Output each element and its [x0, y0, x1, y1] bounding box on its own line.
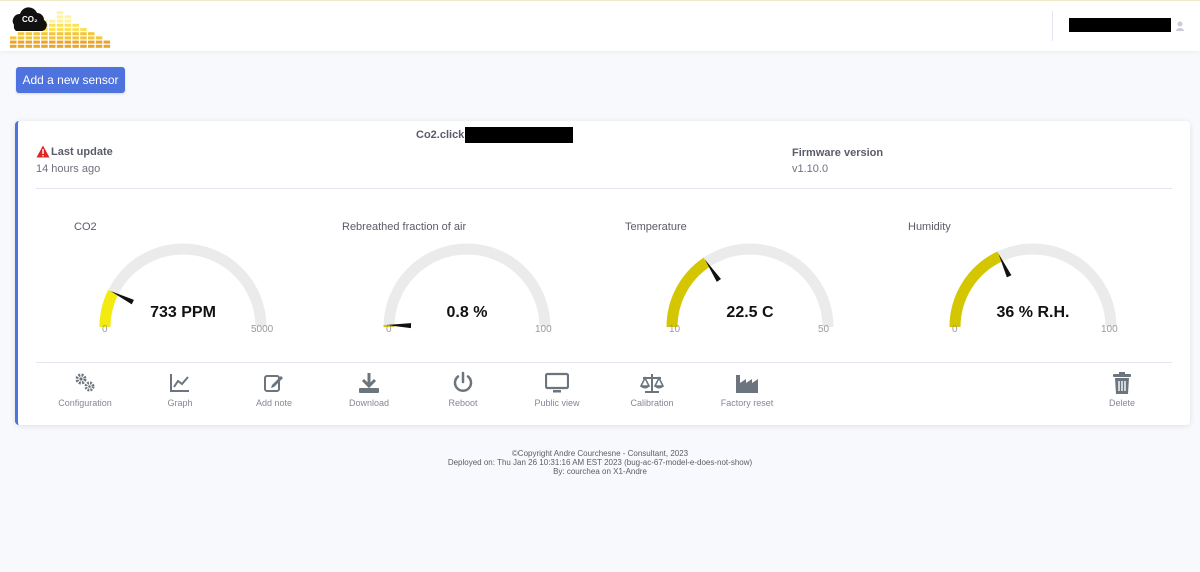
gauge-value: 22.5 C	[726, 304, 774, 321]
gauge-fill	[99, 289, 119, 328]
gauge-max-label: 100	[535, 324, 552, 335]
footer-deployed: Deployed on: Thu Jan 26 10:31:16 AM EST …	[447, 458, 753, 467]
footer-author: By: courchea on X1-Andre	[553, 467, 647, 476]
gauge-arc	[949, 243, 1117, 328]
gauge-arc	[383, 243, 551, 329]
chart-line-icon	[170, 374, 189, 392]
action-label: Graph	[167, 398, 193, 408]
sensor-title: Co2.click	[416, 129, 465, 141]
gauge-3: Humidity 36 % R.H. 0 100	[908, 216, 1168, 341]
last-update-label: Last update	[36, 145, 113, 158]
gauge-max-label: 5000	[251, 324, 274, 335]
action-graph[interactable]: Graph	[145, 371, 215, 411]
topbar-divider	[1052, 11, 1053, 41]
action-reboot[interactable]: Reboot	[428, 371, 498, 411]
action-factory-reset[interactable]: Factory reset	[712, 371, 782, 411]
action-download[interactable]: Download	[334, 371, 404, 411]
sensor-card: Co2.click Last update 14 hours ago Firmw…	[15, 121, 1190, 425]
gauge-min-label: 0	[386, 324, 392, 335]
action-label: Configuration	[58, 398, 112, 408]
co2-logo[interactable]: CO₂	[8, 3, 118, 51]
sensor-name-redacted	[465, 127, 573, 143]
footer: ©Copyright Andre Courchesne - Consultant…	[0, 449, 1200, 476]
gauge-1: Rebreathed fraction of air 0.8 % 0 100	[342, 216, 602, 341]
action-add-note[interactable]: Add note	[239, 371, 309, 411]
gauge-min-label: 10	[669, 324, 681, 335]
action-label: Reboot	[448, 398, 478, 408]
divider	[36, 362, 1172, 363]
gauge-min-label: 0	[952, 324, 958, 335]
gauge-max-label: 50	[818, 324, 830, 335]
gauge-arc	[99, 243, 267, 328]
svg-text:CO₂: CO₂	[22, 15, 38, 24]
action-label: Add note	[255, 398, 293, 408]
add-sensor-button[interactable]: Add a new sensor	[16, 67, 125, 93]
gauge-0: CO2 733 PPM 0 5000	[58, 216, 318, 341]
power-icon	[453, 371, 473, 392]
action-label: Factory reset	[720, 398, 774, 408]
gauge-2: Temperature 22.5 C 10 50	[625, 216, 885, 341]
firmware-value: v1.10.0	[792, 163, 829, 175]
user-avatar-icon[interactable]	[1174, 18, 1186, 34]
gauge-value: 0.8 %	[446, 304, 488, 321]
warning-icon	[36, 145, 50, 158]
last-update-value: 14 hours ago	[36, 163, 101, 175]
action-delete[interactable]: Delete	[1087, 371, 1157, 411]
topbar: CO₂	[0, 0, 1200, 51]
trash-icon	[1113, 372, 1131, 394]
industry-icon	[736, 375, 758, 393]
divider	[36, 188, 1172, 189]
action-configuration[interactable]: Configuration	[50, 371, 120, 411]
last-update-label-text: Last update	[51, 145, 113, 158]
gauge-max-label: 100	[1101, 324, 1118, 335]
gauge-value: 733 PPM	[150, 304, 216, 321]
action-public-view[interactable]: Public view	[522, 371, 592, 411]
gauge-min-label: 0	[102, 324, 108, 335]
action-label: Download	[348, 398, 390, 408]
gauge-value: 36 % R.H.	[996, 304, 1070, 321]
user-name-redacted[interactable]	[1069, 18, 1171, 32]
action-label: Public view	[534, 398, 580, 408]
monitor-icon	[545, 372, 569, 393]
action-label: Calibration	[630, 398, 674, 408]
action-label: Delete	[1108, 398, 1135, 408]
footer-copyright: ©Copyright Andre Courchesne - Consultant…	[511, 449, 689, 458]
download-icon	[359, 373, 379, 393]
edit-icon	[264, 375, 283, 392]
balance-scale-icon	[640, 374, 664, 393]
firmware-label: Firmware version	[792, 147, 884, 159]
action-calibration[interactable]: Calibration	[617, 371, 687, 411]
gears-icon	[75, 373, 95, 392]
gauge-arc	[666, 243, 834, 328]
